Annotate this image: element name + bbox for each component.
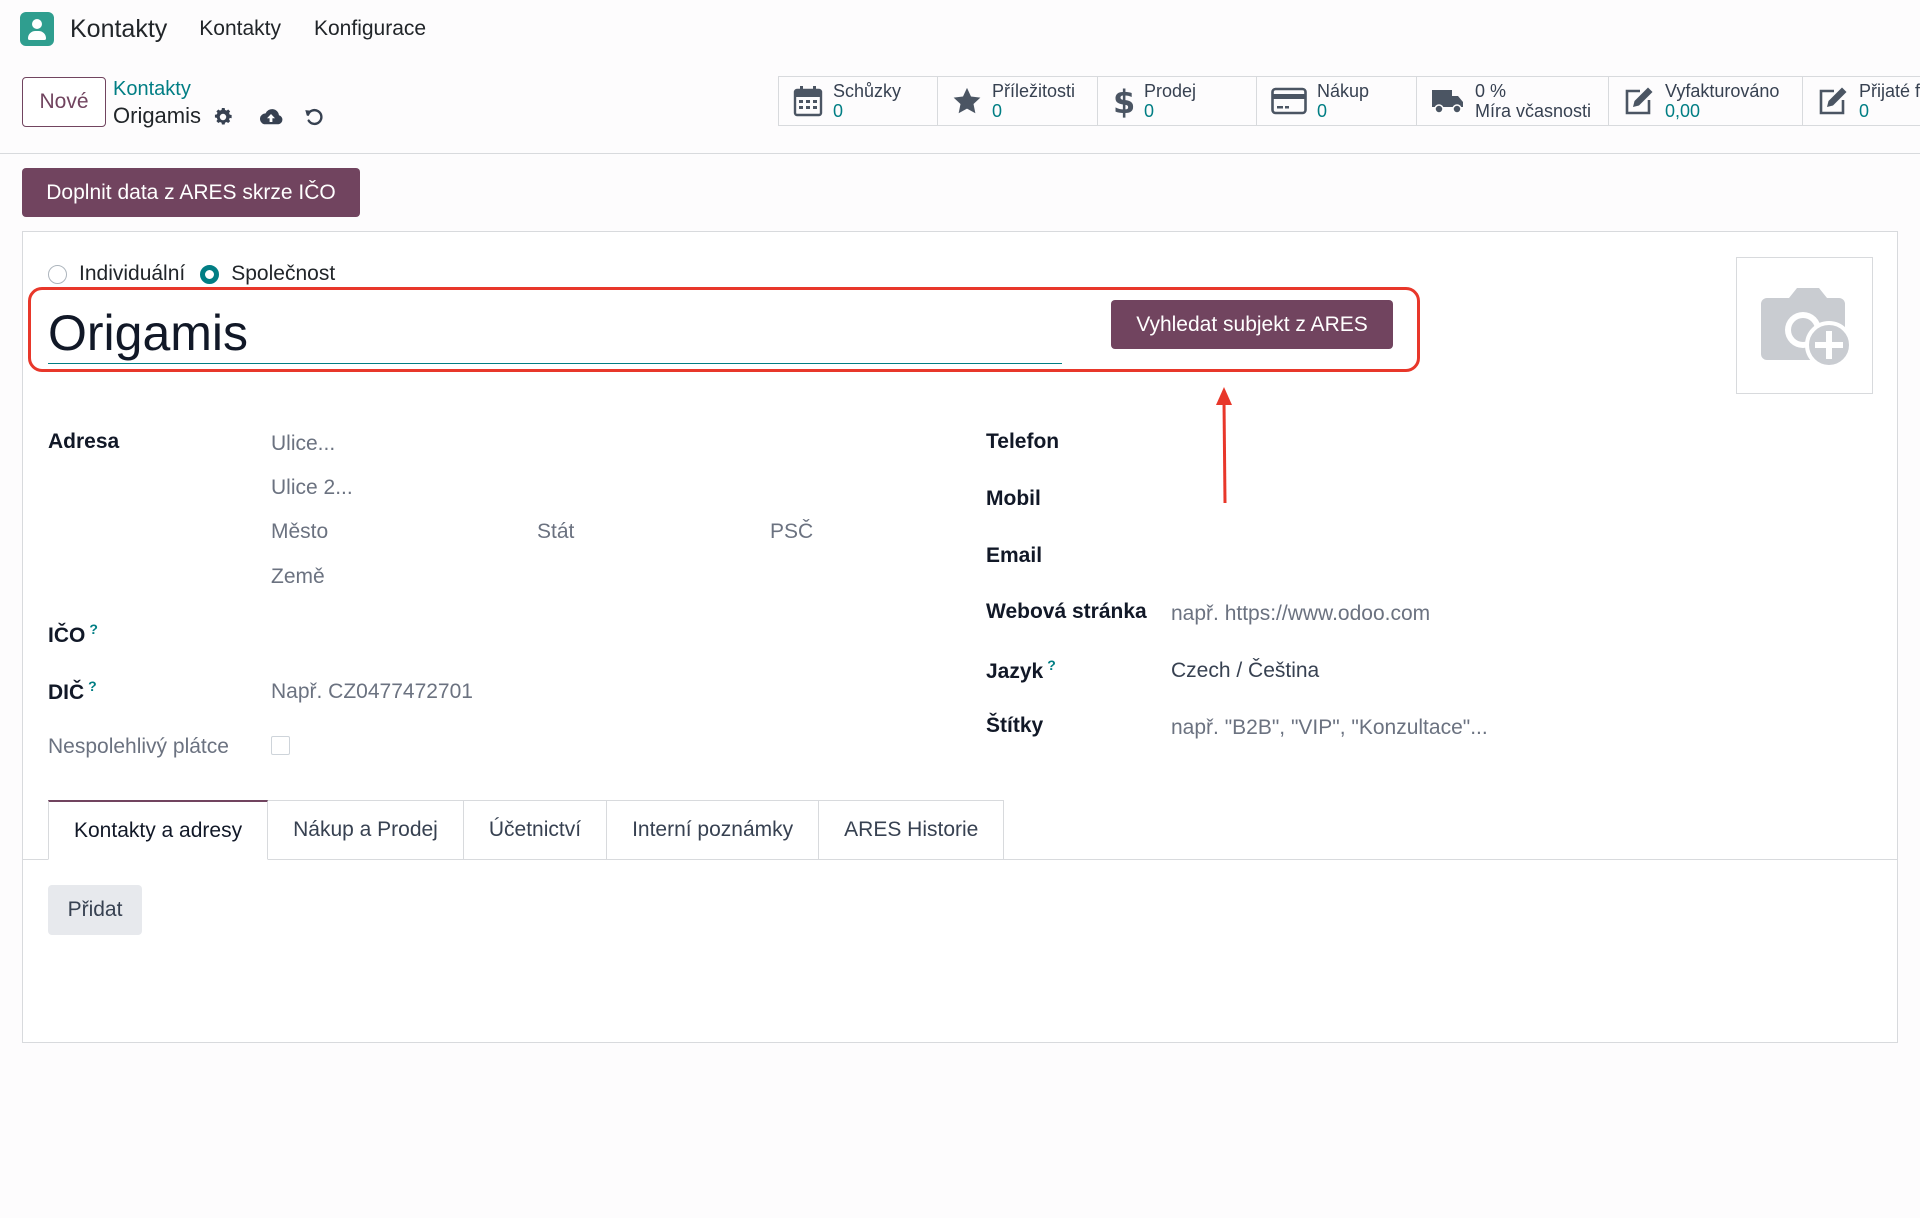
phone-label: Telefon	[986, 430, 1060, 453]
stat-invoiced[interactable]: Vyfakturováno 0,00	[1609, 77, 1803, 125]
stat-label: Nákup	[1317, 81, 1370, 101]
tab-purchase-sales[interactable]: Nákup a Prodej	[268, 800, 464, 860]
stat-label: Vyfakturováno	[1665, 81, 1780, 101]
company-name-input[interactable]: Origamis	[48, 302, 1062, 364]
tab-contacts-addresses[interactable]: Kontakty a adresy	[48, 800, 269, 860]
stat-label: Přijaté f	[1859, 81, 1920, 101]
edit-icon	[1625, 87, 1653, 115]
stat-value: 0	[992, 101, 1003, 121]
city-input[interactable]: Město	[271, 520, 328, 544]
state-input[interactable]: Stát	[537, 520, 574, 544]
ares-fill-by-ico-button[interactable]: Doplnit data z ARES skrze IČO	[22, 168, 360, 217]
country-input[interactable]: Země	[271, 565, 325, 589]
ico-help-icon[interactable]: ?	[89, 621, 98, 637]
discard-icon[interactable]	[303, 105, 325, 129]
stat-opportunities[interactable]: Příležitosti 0	[938, 77, 1098, 125]
stat-value: 0 %	[1475, 81, 1507, 101]
company-avatar[interactable]	[1736, 257, 1873, 394]
stat-value: 0	[1317, 101, 1328, 121]
stat-received[interactable]: Přijaté f0	[1803, 77, 1920, 125]
street-input[interactable]: Ulice...	[271, 432, 335, 456]
ico-label: IČO?	[48, 621, 98, 647]
stat-label: Míra včasnosti	[1475, 101, 1592, 121]
tags-label: Štítky	[986, 714, 1044, 737]
control-panel: Nové Kontakty Origamis Schůzky 0 Příležit…	[0, 58, 1920, 154]
stat-label: Schůzky	[833, 81, 902, 101]
radio-individual[interactable]	[48, 264, 67, 284]
ares-search-button[interactable]: Vyhledat subjekt z ARES	[1111, 300, 1393, 349]
breadcrumb-parent[interactable]: Kontakty	[113, 78, 191, 101]
contacts-app-icon[interactable]	[18, 10, 56, 48]
tab-accounting[interactable]: Účetnictví	[463, 800, 608, 860]
add-contact-button[interactable]: Přidat	[48, 885, 142, 935]
stat-value: 0	[1144, 101, 1155, 121]
stat-value: 0	[1859, 101, 1870, 121]
company-type-radio: Individuální Společnost	[48, 262, 350, 286]
dic-input[interactable]: Např. CZ0477472701	[271, 680, 473, 704]
website-label: Webová stránka	[986, 600, 1147, 623]
dic-label: DIČ?	[48, 678, 97, 704]
star-icon	[953, 87, 981, 114]
unreliable-payer-label: Nespolehlivý plátce	[48, 735, 229, 758]
breadcrumb-current: Origamis	[113, 103, 202, 128]
new-button[interactable]: Nové	[22, 77, 106, 127]
zip-input[interactable]: PSČ	[770, 520, 813, 544]
menu-contacts[interactable]: Kontakty	[199, 17, 281, 41]
annotation-arrow-icon	[1216, 387, 1232, 504]
gear-icon[interactable]	[212, 106, 234, 128]
svg-text:$: $	[1113, 84, 1134, 118]
stat-label: Prodej	[1144, 81, 1197, 101]
language-select[interactable]: Czech / Čeština	[1171, 659, 1319, 683]
address-label: Adresa	[48, 430, 120, 453]
notebook-tabs: Kontakty a adresy Nákup a Prodej Účetnic…	[48, 800, 1005, 860]
calendar-icon	[793, 86, 823, 117]
stat-purchases[interactable]: Nákup 0	[1257, 77, 1417, 125]
stat-value: 0	[833, 101, 844, 121]
stat-label: Příležitosti	[992, 81, 1076, 101]
cloud-upload-icon[interactable]	[258, 106, 284, 128]
stat-sales[interactable]: $ Prodej 0	[1098, 77, 1257, 125]
radio-company[interactable]	[200, 264, 220, 284]
language-help-icon[interactable]: ?	[1047, 657, 1056, 673]
radio-individual-label[interactable]: Individuální	[79, 262, 185, 286]
language-label: Jazyk?	[986, 657, 1056, 683]
stat-value: 0,00	[1665, 101, 1701, 121]
radio-company-label[interactable]: Společnost	[231, 262, 335, 286]
street2-input[interactable]: Ulice 2...	[271, 476, 353, 500]
dollar-icon: $	[1113, 84, 1134, 118]
smart-buttons: Schůzky 0 Příležitosti 0 $ Prodej 0 Nákup 0 …	[778, 76, 1920, 126]
dic-help-icon[interactable]: ?	[88, 678, 97, 694]
stat-meetings[interactable]: Schůzky 0	[779, 77, 938, 125]
app-name[interactable]: Kontakty	[70, 15, 167, 44]
menu-configuration[interactable]: Konfigurace	[314, 17, 426, 41]
tab-ares-history[interactable]: ARES Historie	[819, 800, 1005, 860]
mobile-label: Mobil	[986, 487, 1041, 510]
camera-plus-icon	[1761, 288, 1853, 369]
tags-input[interactable]: např. "B2B", "VIP", "Konzultace"...	[1171, 716, 1488, 740]
stat-on-time-rate[interactable]: 0 % Míra včasnosti	[1417, 77, 1609, 125]
unreliable-payer-checkbox[interactable]	[271, 736, 290, 755]
website-input[interactable]: např. https://www.odoo.com	[1171, 602, 1430, 626]
edit-icon	[1819, 87, 1847, 115]
credit-card-icon	[1271, 87, 1307, 115]
top-navbar: Kontakty Kontakty Konfigurace	[0, 0, 1920, 58]
email-label: Email	[986, 544, 1043, 567]
tab-internal-notes[interactable]: Interní poznámky	[607, 800, 820, 860]
truck-icon	[1432, 90, 1463, 114]
